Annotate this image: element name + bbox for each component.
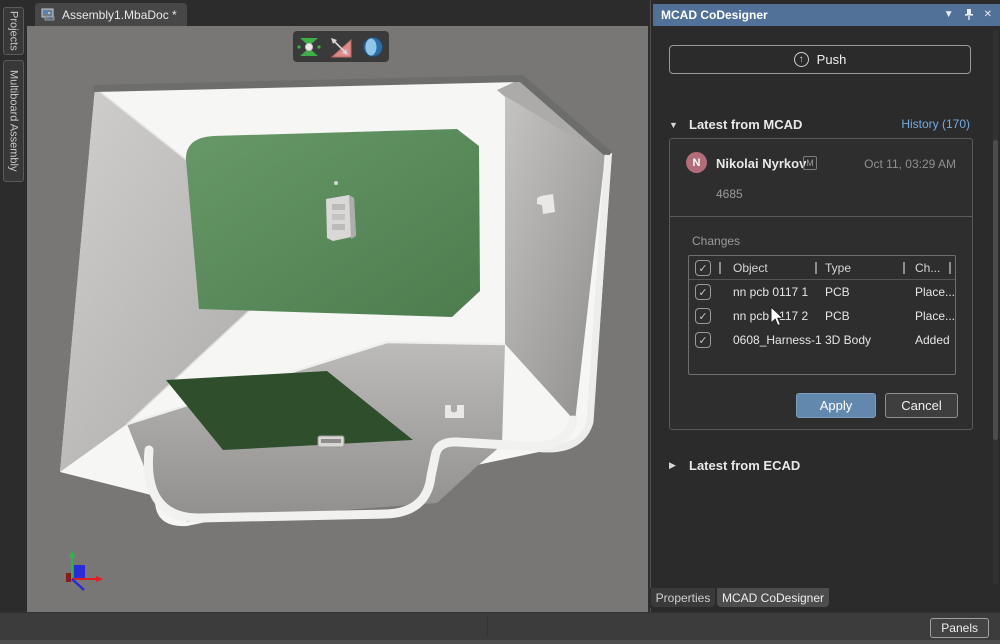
- panel-header[interactable]: MCAD CoDesigner ▼ ✕: [653, 4, 1000, 26]
- push-up-arrow-icon: ↑: [794, 52, 809, 67]
- table-row[interactable]: ✓ nn pcb 0117 2 PCB Place...: [689, 304, 955, 328]
- card-divider: [670, 216, 972, 217]
- avatar: N: [686, 152, 707, 173]
- changes-table-header: ✓ Object Type Ch...: [689, 256, 955, 280]
- cell-type: PCB: [825, 309, 850, 323]
- sidebar-tab-projects[interactable]: Projects: [3, 7, 24, 55]
- document-tab-label: Assembly1.MbaDoc *: [62, 8, 177, 22]
- align-boards-icon[interactable]: [296, 34, 322, 60]
- panel-tab-strip: Properties MCAD CoDesigner: [650, 588, 1000, 608]
- panel-scrollbar-thumb[interactable]: [993, 140, 998, 440]
- changes-label: Changes: [692, 234, 740, 248]
- cell-change: Place...: [915, 309, 955, 323]
- cell-object: nn pcb 0117 1: [733, 285, 808, 299]
- cancel-button[interactable]: Cancel: [885, 393, 958, 418]
- column-header-object[interactable]: Object: [733, 261, 768, 275]
- sidebar-tab-projects-label: Projects: [8, 11, 20, 51]
- sidebar-tab-multiboard-assembly[interactable]: Multiboard Assembly: [3, 60, 24, 182]
- column-resize-handle[interactable]: [903, 262, 905, 274]
- apply-button[interactable]: Apply: [796, 393, 876, 418]
- tab-mcad-codesigner[interactable]: MCAD CoDesigner: [717, 588, 829, 607]
- collapse-arrow-icon[interactable]: ▼: [669, 120, 679, 130]
- panel-scrollbar[interactable]: [993, 30, 998, 585]
- table-row[interactable]: ✓ 0608_Harness-1 3D Body Added: [689, 328, 955, 352]
- pin-icon[interactable]: [964, 8, 974, 23]
- section-ecad-label: Latest from ECAD: [689, 458, 800, 473]
- pcb-top[interactable]: [186, 129, 480, 317]
- sidebar-tab-multiboard-assembly-label: Multiboard Assembly: [8, 70, 20, 172]
- table-row[interactable]: ✓ nn pcb 0117 1 PCB Place...: [689, 280, 955, 304]
- panel-title: MCAD CoDesigner: [661, 8, 934, 22]
- close-icon[interactable]: ✕: [984, 10, 992, 20]
- cell-object: nn pcb 0117 2: [733, 309, 808, 323]
- column-header-change[interactable]: Ch...: [915, 261, 940, 275]
- cell-change: Place...: [915, 285, 955, 299]
- measure-icon[interactable]: [328, 34, 354, 60]
- column-resize-handle[interactable]: [719, 262, 721, 274]
- section-view-icon[interactable]: [360, 34, 386, 60]
- application-window: Projects Multiboard Assembly Assembly1.M…: [0, 0, 1000, 644]
- document-tab-assembly1[interactable]: Assembly1.MbaDoc *: [35, 3, 187, 26]
- push-button-label: Push: [817, 52, 847, 67]
- select-all-checkbox[interactable]: ✓: [695, 260, 711, 276]
- document-tab-bar: Assembly1.MbaDoc *: [27, 0, 648, 26]
- panel-menu-icon[interactable]: ▼: [944, 10, 954, 20]
- left-panel-rail: Projects Multiboard Assembly: [0, 0, 27, 612]
- commit-author: Nikolai Nyrkov: [716, 156, 806, 171]
- section-latest-from-ecad[interactable]: ▶ Latest from ECAD: [669, 458, 800, 473]
- row-checkbox[interactable]: ✓: [695, 308, 711, 324]
- cell-object: 0608_Harness-1: [733, 333, 822, 347]
- section-mcad-label: Latest from MCAD: [689, 117, 802, 132]
- history-link[interactable]: History (170): [901, 117, 970, 131]
- status-bar: Panels: [0, 612, 1000, 644]
- expand-arrow-icon[interactable]: ▶: [669, 460, 679, 471]
- pcb-bottom-connector: [318, 436, 344, 447]
- panels-button[interactable]: Panels: [930, 618, 989, 638]
- 3d-viewport-scene: [27, 26, 648, 612]
- window-bottom-edge: [0, 640, 1000, 644]
- viewport-toolbar: [293, 31, 389, 62]
- column-resize-handle[interactable]: [815, 262, 817, 274]
- 3d-viewport[interactable]: [27, 26, 648, 612]
- commit-date: Oct 11, 03:29 AM: [864, 157, 956, 171]
- mcad-origin-badge: M: [803, 156, 817, 170]
- column-header-type[interactable]: Type: [825, 261, 851, 275]
- statusbar-divider: [487, 617, 488, 637]
- row-checkbox[interactable]: ✓: [695, 332, 711, 348]
- push-button[interactable]: ↑ Push: [669, 45, 971, 74]
- mcad-codesigner-panel: MCAD CoDesigner ▼ ✕ ↑ Push ▼ Latest from…: [650, 0, 1000, 612]
- tab-properties[interactable]: Properties: [651, 588, 715, 607]
- commit-id: 4685: [716, 187, 743, 201]
- cell-type: 3D Body: [825, 333, 871, 347]
- changes-table: ✓ Object Type Ch... ✓ nn pcb 0117 1 PCB …: [688, 255, 956, 375]
- column-resize-handle[interactable]: [949, 262, 951, 274]
- multiboard-document-icon: [41, 8, 56, 21]
- cell-change: Added: [915, 333, 950, 347]
- section-latest-from-mcad[interactable]: ▼ Latest from MCAD: [669, 117, 802, 132]
- row-checkbox[interactable]: ✓: [695, 284, 711, 300]
- cell-type: PCB: [825, 285, 850, 299]
- latest-mcad-card: N Nikolai Nyrkov M Oct 11, 03:29 AM 4685…: [669, 138, 973, 430]
